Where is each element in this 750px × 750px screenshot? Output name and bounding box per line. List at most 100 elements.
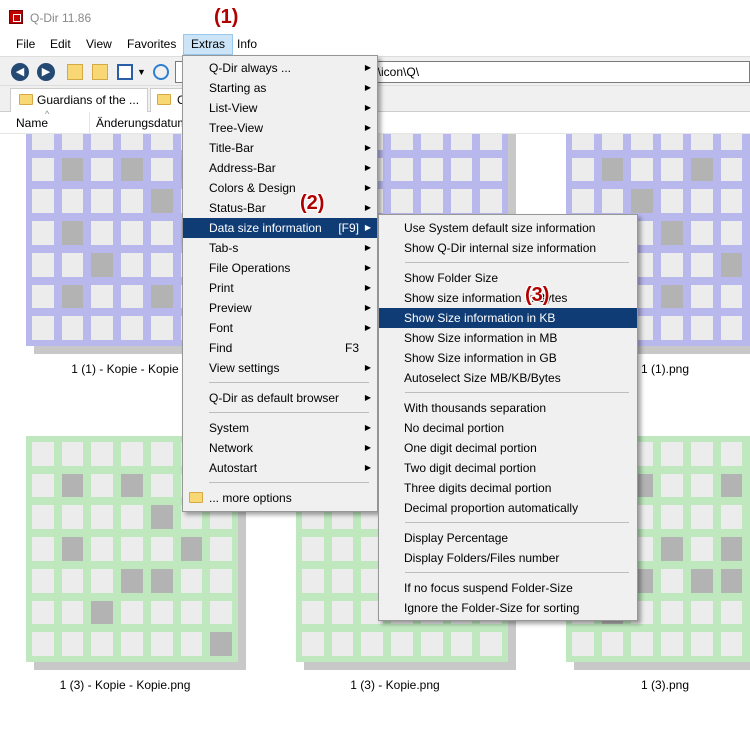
- folder-icon: [157, 94, 171, 105]
- submenu-arrow-icon: ▶: [364, 63, 371, 72]
- menu-separator: [405, 522, 629, 523]
- menu-view[interactable]: View: [79, 34, 119, 55]
- menu-separator: [209, 482, 369, 483]
- menu-item-system[interactable]: System ▶: [183, 418, 377, 438]
- menu-item-three-decimal[interactable]: Three digits decimal portion: [379, 478, 637, 498]
- back-icon[interactable]: ◀: [11, 63, 29, 81]
- thumbnail-caption: 1 (3) - Kopie.png: [350, 678, 440, 692]
- folder-icon: [19, 94, 33, 105]
- menu-item-status-bar[interactable]: Status-Bar ▶: [183, 198, 377, 218]
- submenu-arrow-icon: ▶: [364, 283, 371, 292]
- submenu-arrow-icon: ▶: [364, 303, 371, 312]
- menu-item-title-bar[interactable]: Title-Bar ▶: [183, 138, 377, 158]
- menu-file[interactable]: File: [9, 34, 42, 55]
- column-date[interactable]: Änderungsdatum: [96, 116, 187, 130]
- submenu-arrow-icon: ▶: [364, 143, 371, 152]
- menu-item-tabs[interactable]: Tab-s ▶: [183, 238, 377, 258]
- submenu-arrow-icon: ▶: [364, 183, 371, 192]
- menu-item-suspend-folder-size[interactable]: If no focus suspend Folder-Size: [379, 578, 637, 598]
- annotation-marker-3: (3): [525, 284, 550, 306]
- menu-item-thousands-separation[interactable]: With thousands separation: [379, 398, 637, 418]
- menu-separator: [209, 412, 369, 413]
- submenu-arrow-icon: ▶: [364, 223, 371, 232]
- app-icon: [9, 10, 23, 24]
- menu-bar: File Edit View Favorites Extras Info: [0, 34, 750, 55]
- menu-item-find[interactable]: Find F3: [183, 338, 377, 358]
- menu-info[interactable]: Info: [230, 34, 264, 55]
- tab-guardians[interactable]: Guardians of the ...: [10, 88, 148, 112]
- submenu-arrow-icon: ▶: [364, 103, 371, 112]
- menu-item-show-folder-size[interactable]: Show Folder Size: [379, 268, 637, 288]
- annotation-marker-1: (1): [214, 6, 239, 28]
- menu-item-display-files-number[interactable]: Display Folders/Files number: [379, 548, 637, 568]
- menu-item-size-bytes[interactable]: Show size information in Bytes: [379, 288, 637, 308]
- submenu-arrow-icon: ▶: [364, 123, 371, 132]
- menu-item-decimal-auto[interactable]: Decimal proportion automatically: [379, 498, 637, 518]
- tab-label: Guardians of the ...: [37, 93, 140, 107]
- submenu-arrow-icon: ▶: [364, 83, 371, 92]
- column-name[interactable]: Name: [16, 116, 48, 130]
- submenu-arrow-icon: ▶: [364, 393, 371, 402]
- thumbnail-caption: 1 (3).png: [640, 678, 690, 692]
- submenu-arrow-icon: ▶: [364, 163, 371, 172]
- menu-item-ignore-folder-size[interactable]: Ignore the Folder-Size for sorting: [379, 598, 637, 618]
- submenu-arrow-icon: ▶: [364, 463, 371, 472]
- folder-icon: [189, 492, 203, 503]
- annotation-marker-2: (2): [300, 192, 325, 214]
- menu-item-no-decimal[interactable]: No decimal portion: [379, 418, 637, 438]
- extras-menu: Q-Dir always ... ▶ Starting as ▶ List-View…: [182, 55, 378, 512]
- menu-item-network[interactable]: Network ▶: [183, 438, 377, 458]
- submenu-arrow-icon: ▶: [364, 203, 371, 212]
- menu-item-address-bar[interactable]: Address-Bar ▶: [183, 158, 377, 178]
- menu-favorites[interactable]: Favorites: [120, 34, 183, 55]
- submenu-arrow-icon: ▶: [364, 423, 371, 432]
- view-mode-dropdown-icon[interactable]: ▼: [137, 64, 153, 80]
- up-folder-icon[interactable]: [67, 64, 83, 80]
- menu-item-list-view[interactable]: List-View ▶: [183, 98, 377, 118]
- menu-item-more-options[interactable]: ... more options: [183, 488, 377, 508]
- menu-item-internal-size[interactable]: Show Q-Dir internal size information: [379, 238, 637, 258]
- menu-item-system-default-size[interactable]: Use System default size information: [379, 218, 637, 238]
- menu-item-starting-as[interactable]: Starting as ▶: [183, 78, 377, 98]
- menu-item-size-mb[interactable]: Show Size information in MB: [379, 328, 637, 348]
- menu-edit[interactable]: Edit: [43, 34, 78, 55]
- menu-item-tree-view[interactable]: Tree-View ▶: [183, 118, 377, 138]
- menu-item-size-kb[interactable]: Show Size information in KB: [379, 308, 637, 328]
- menu-item-font[interactable]: Font ▶: [183, 318, 377, 338]
- menu-item-data-size-information[interactable]: Data size information [F9] ▶: [183, 218, 377, 238]
- submenu-arrow-icon: ▶: [364, 263, 371, 272]
- submenu-arrow-icon: ▶: [364, 443, 371, 452]
- shortcut-label: [F9]: [338, 221, 359, 235]
- menu-item-one-decimal[interactable]: One digit decimal portion: [379, 438, 637, 458]
- title-bar: Q-Dir 11.86: [0, 0, 750, 34]
- menu-extras[interactable]: Extras: [183, 34, 234, 55]
- submenu-arrow-icon: ▶: [364, 243, 371, 252]
- menu-separator: [405, 392, 629, 393]
- thumbnail-caption: 1 (3) - Kopie - Kopie.png: [59, 678, 191, 692]
- window-title: Q-Dir 11.86: [30, 11, 92, 25]
- forward-icon[interactable]: ▶: [37, 63, 55, 81]
- menu-separator: [209, 382, 369, 383]
- menu-separator: [405, 262, 629, 263]
- submenu-arrow-icon: ▶: [364, 323, 371, 332]
- menu-item-size-gb[interactable]: Show Size information in GB: [379, 348, 637, 368]
- menu-item-two-decimal[interactable]: Two digit decimal portion: [379, 458, 637, 478]
- shortcut-label: F3: [344, 341, 359, 355]
- submenu-arrow-icon: ▶: [364, 363, 371, 372]
- menu-item-default-browser[interactable]: Q-Dir as default browser ▶: [183, 388, 377, 408]
- menu-item-file-operations[interactable]: File Operations ▶: [183, 258, 377, 278]
- menu-item-colors-design[interactable]: Colors & Design ▶: [183, 178, 377, 198]
- menu-separator: [405, 572, 629, 573]
- view-mode-icon[interactable]: [117, 64, 133, 80]
- menu-item-preview[interactable]: Preview ▶: [183, 298, 377, 318]
- sort-arrow-icon: ^: [45, 109, 50, 119]
- menu-item-display-percentage[interactable]: Display Percentage: [379, 528, 637, 548]
- menu-item-autostart[interactable]: Autostart ▶: [183, 458, 377, 478]
- menu-item-q-dir-always[interactable]: Q-Dir always ... ▶: [183, 58, 377, 78]
- menu-item-autoselect-size[interactable]: Autoselect Size MB/KB/Bytes: [379, 368, 637, 388]
- data-size-submenu: Use System default size information Show…: [378, 214, 638, 621]
- refresh-icon[interactable]: [153, 64, 169, 80]
- new-folder-icon[interactable]: [92, 64, 108, 80]
- menu-item-print[interactable]: Print ▶: [183, 278, 377, 298]
- menu-item-view-settings[interactable]: View settings ▶: [183, 358, 377, 378]
